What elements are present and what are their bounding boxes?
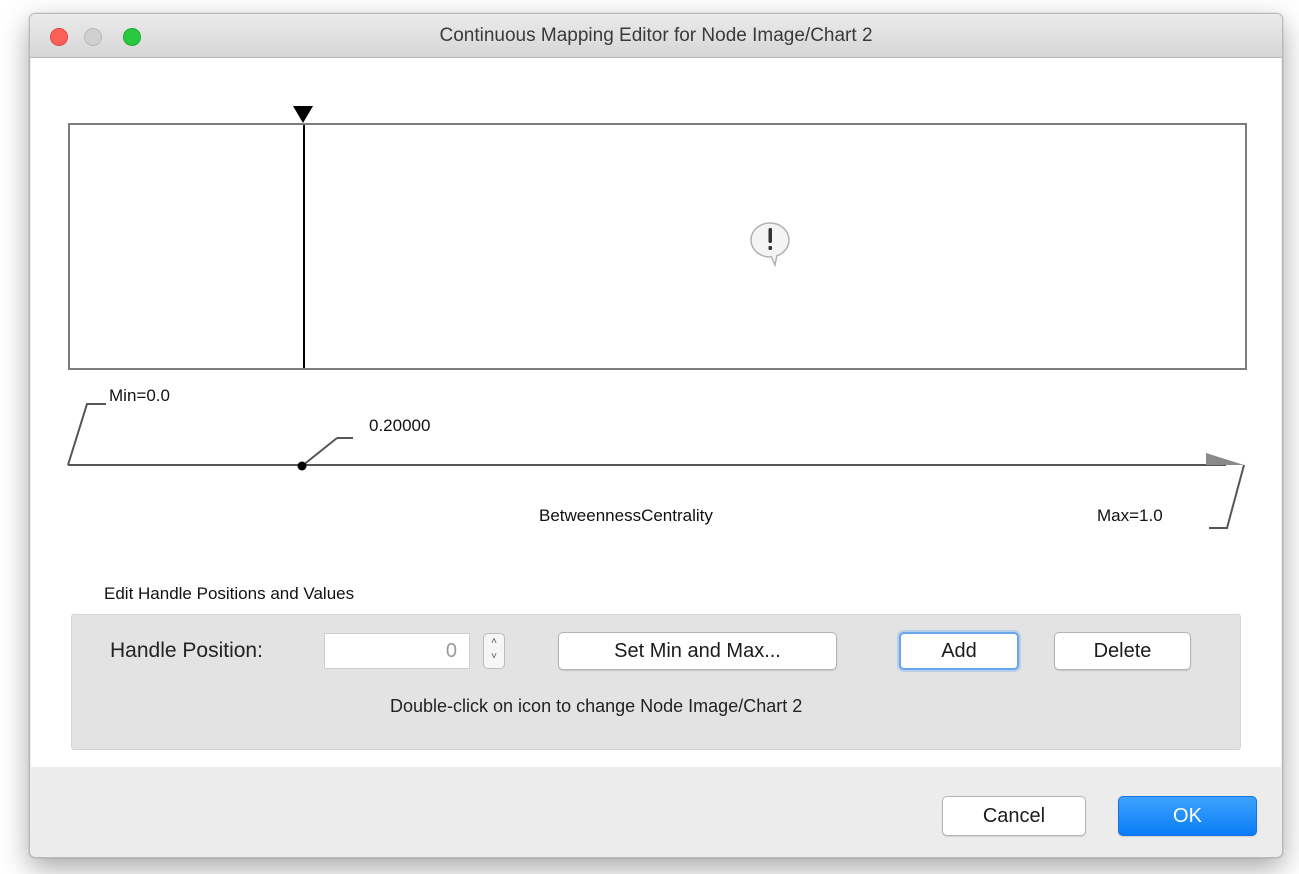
ok-button[interactable]: OK [1118,796,1257,836]
attribute-axis [67,403,1245,529]
handle-position-stepper[interactable]: ˄ ˅ [483,633,505,669]
chevron-down-icon[interactable]: ˅ [484,649,504,664]
window-title: Continuous Mapping Editor for Node Image… [439,25,873,46]
mapping-editor-window: Continuous Mapping Editor for Node Image… [29,13,1283,858]
delete-button[interactable]: Delete [1054,632,1191,670]
chevron-up-icon[interactable]: ˄ [484,634,504,649]
edit-handle-panel: Handle Position: 0 ˄ ˅ Set Min and Max..… [71,614,1241,750]
handle-value-label: 0.20000 [369,416,431,435]
add-button[interactable]: Add [899,632,1019,670]
title-bar: Continuous Mapping Editor for Node Image… [30,14,1282,58]
min-label: Min=0.0 [109,386,170,405]
edit-section-label: Edit Handle Positions and Values [104,584,355,603]
handle-point[interactable] [297,461,307,471]
hint-text: Double-click on icon to change Node Imag… [390,696,803,716]
max-label: Max=1.0 [1097,506,1163,525]
attribute-name-label: BetweennessCentrality [539,506,713,525]
cancel-button[interactable]: Cancel [942,796,1086,836]
set-min-max-button[interactable]: Set Min and Max... [558,632,837,670]
handle-position-input[interactable]: 0 [324,633,470,669]
handle-position-label: Handle Position: [110,639,263,662]
